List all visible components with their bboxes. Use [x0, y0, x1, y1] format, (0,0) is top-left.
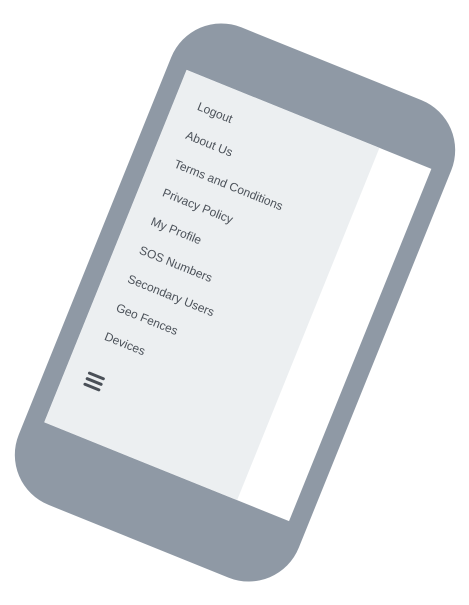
phone-screen: Logout About Us Terms and Conditions Pri… [44, 69, 432, 522]
hamburger-menu-icon[interactable] [82, 371, 106, 393]
drawer-menu: Logout About Us Terms and Conditions Pri… [99, 92, 311, 394]
navigation-drawer: Logout About Us Terms and Conditions Pri… [44, 69, 380, 501]
phone-frame: Logout About Us Terms and Conditions Pri… [0, 7, 469, 598]
